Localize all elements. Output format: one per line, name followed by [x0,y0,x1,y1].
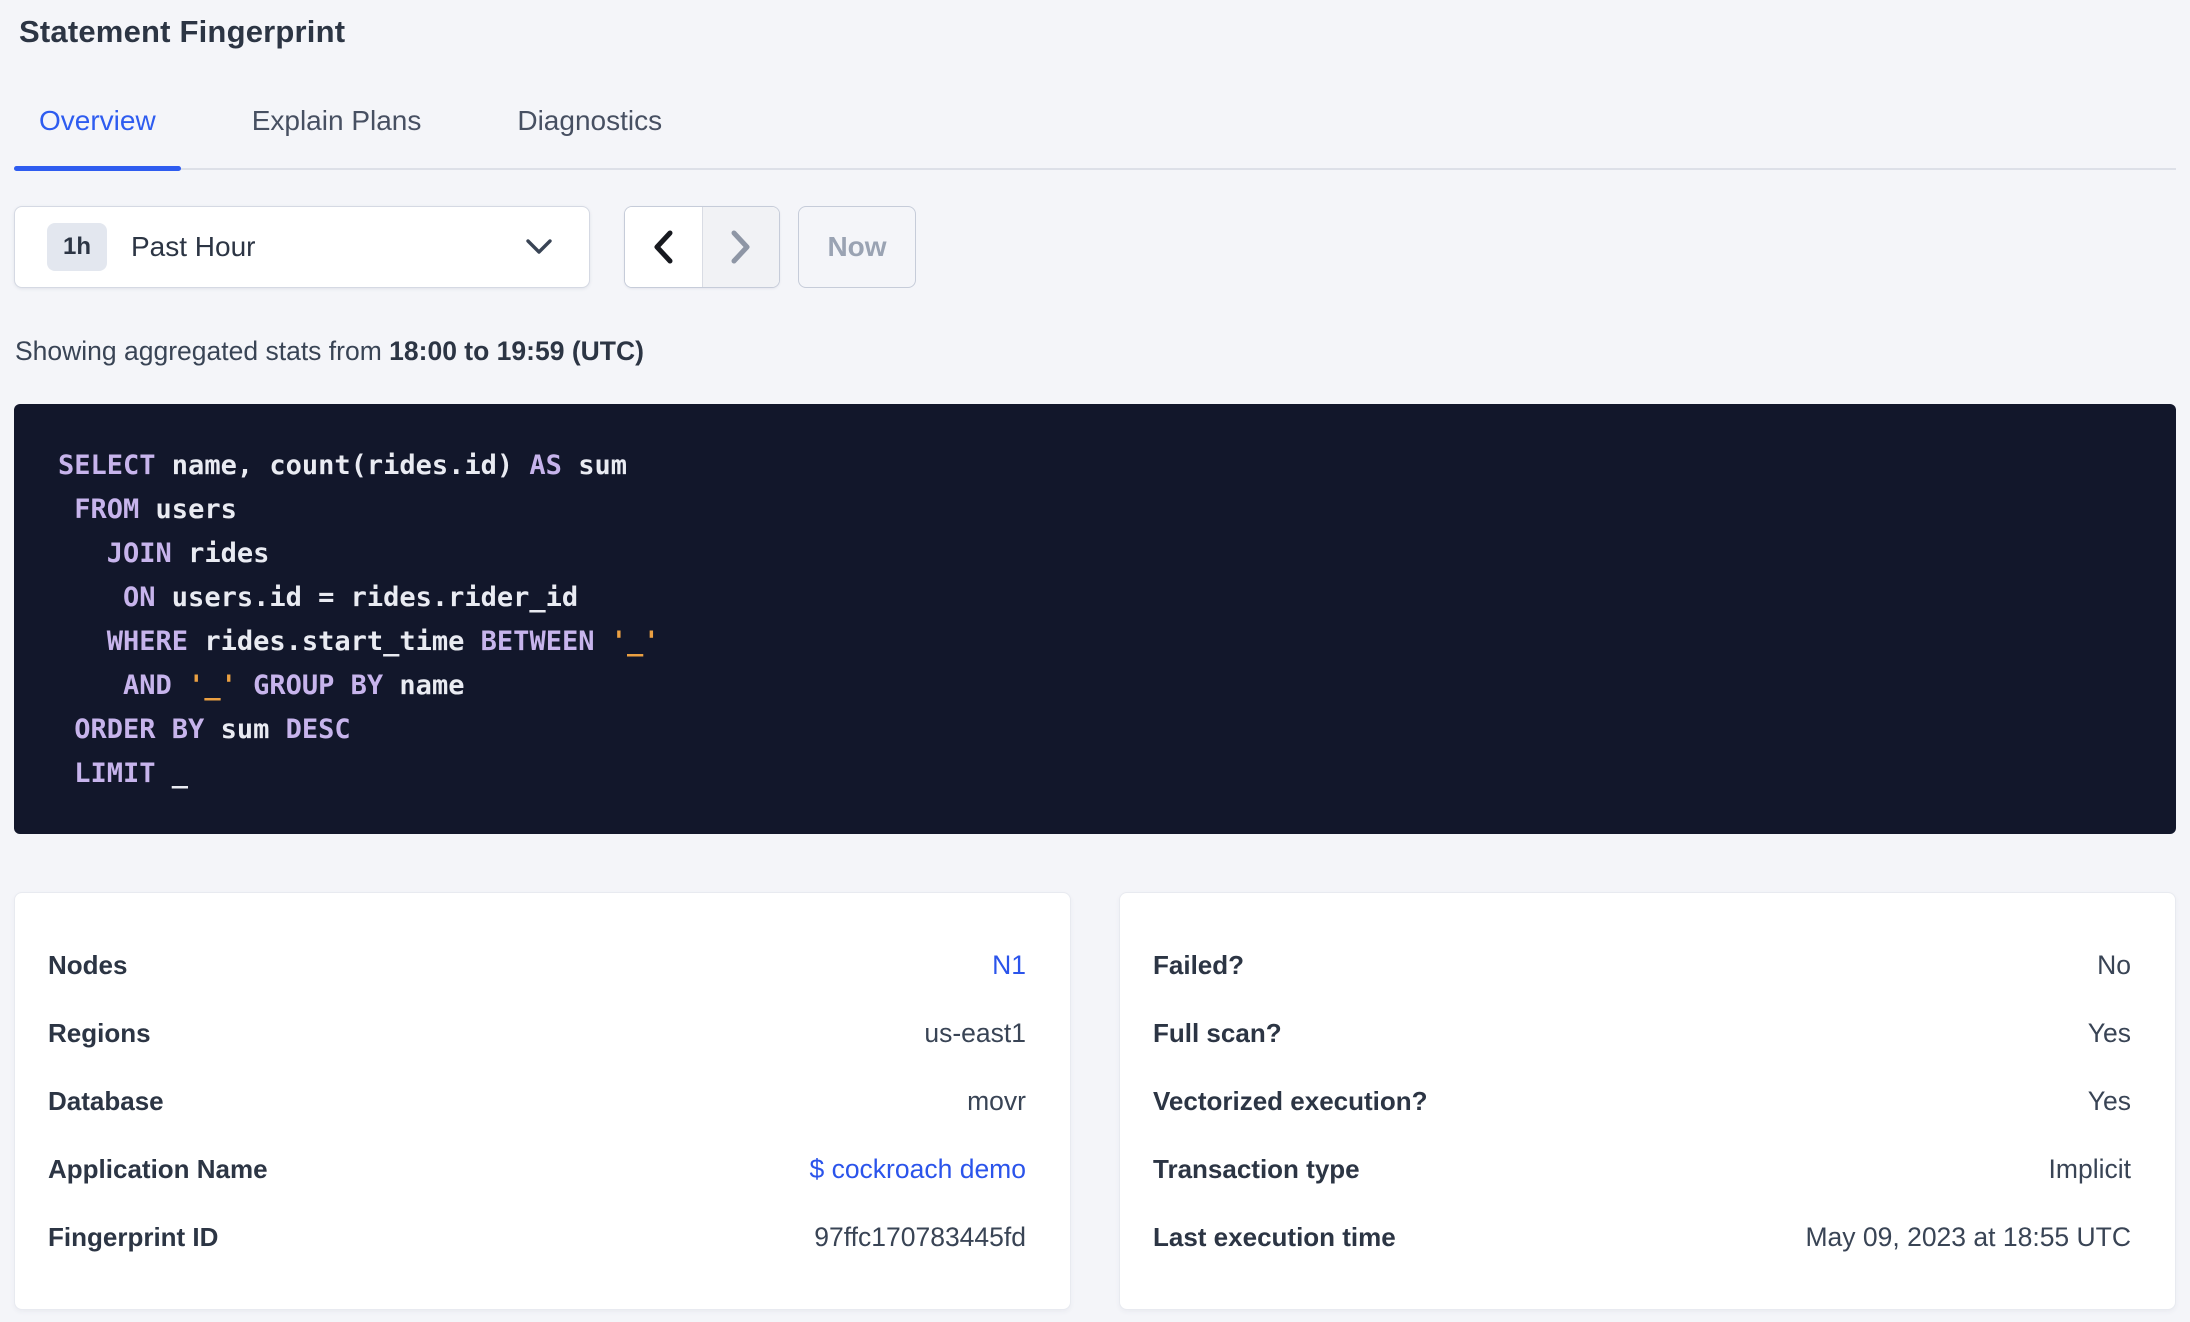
detail-row-regions: Regions us-east1 [48,999,1026,1067]
detail-row-vectorized-execution: Vectorized execution? Yes [1153,1067,2131,1135]
time-step-buttons [624,206,780,288]
detail-label: Nodes [48,949,128,980]
tab-label: Explain Plans [251,105,422,136]
detail-value[interactable]: $ cockroach demo [809,1154,1026,1185]
sql-line: JOIN rides [106,538,270,569]
detail-label: Transaction type [1153,1153,1360,1184]
detail-row-application-name: Application Name $ cockroach demo [48,1135,1026,1203]
detail-value: Implicit [2048,1153,2131,1184]
sql-box: SELECT name, count(rides.id) AS sum FROM… [14,404,2176,834]
tab-diagnostics[interactable]: Diagnostics [492,104,687,168]
stats-caption: Showing aggregated stats from 18:00 to 1… [15,336,2176,367]
detail-label: Last execution time [1153,1221,1396,1252]
tab-label: Overview [39,105,156,136]
time-range-dropdown[interactable]: 1h Past Hour [14,206,590,288]
details-card-right: Failed? No Full scan? Yes Vectorized executi… [1119,892,2176,1310]
tab-label: Diagnostics [517,105,663,136]
details-card-left: Nodes N1 Regions us-east1 Database movr Applic… [14,892,1071,1310]
sql-statement: SELECT name, count(rides.id) AS sum FROM… [58,444,2132,796]
chevron-right-icon [731,230,751,264]
detail-value: May 09, 2023 at 18:55 UTC [1805,1221,2131,1252]
tab-bar: Overview Explain Plans Diagnostics [14,104,2176,171]
sql-line: ORDER BY sum DESC [74,714,351,745]
detail-row-database: Database movr [48,1067,1026,1135]
tab-overview[interactable]: Overview [14,104,181,171]
stats-caption-range: 18:00 to 19:59 (UTC) [389,336,644,366]
detail-row-nodes: Nodes N1 [48,931,1026,999]
detail-label: Fingerprint ID [48,1221,219,1252]
chevron-down-icon [525,238,553,256]
detail-value: No [2097,949,2131,980]
sql-line: ON users.id = rides.rider_id [123,582,579,613]
detail-value: movr [967,1085,1026,1116]
detail-row-fingerprint-id: Fingerprint ID 97ffc170783445fd [48,1203,1026,1271]
detail-row-last-execution-time: Last execution time May 09, 2023 at 18:55… [1153,1203,2131,1271]
time-range-label: Past Hour [131,231,256,262]
sql-line: WHERE rides.start_time BETWEEN '_' [106,626,660,657]
detail-value: us-east1 [924,1017,1026,1048]
detail-label: Regions [48,1017,151,1048]
detail-label: Application Name [48,1153,268,1184]
sql-line: FROM users [74,494,237,525]
now-button[interactable]: Now [798,206,916,288]
time-interval-badge: 1h [47,223,107,271]
detail-label: Database [48,1085,164,1116]
time-next-button[interactable] [701,207,779,287]
detail-row-transaction-type: Transaction type Implicit [1153,1135,2131,1203]
time-prev-button[interactable] [625,207,702,287]
statement-fingerprint-page: Statement Fingerprint Overview Explain Pl… [0,12,2190,1310]
time-controls: 1h Past Hour Now [14,206,2176,288]
detail-value: Yes [2087,1085,2131,1116]
detail-row-failed: Failed? No [1153,931,2131,999]
details-cards: Nodes N1 Regions us-east1 Database movr Applic… [14,892,2176,1310]
detail-label: Full scan? [1153,1017,1282,1048]
sql-line: SELECT name, count(rides.id) AS sum [58,450,627,481]
detail-label: Failed? [1153,949,1245,980]
detail-value[interactable]: N1 [992,950,1026,981]
stats-caption-prefix: Showing aggregated stats from [15,336,382,366]
detail-label: Vectorized execution? [1153,1085,1428,1116]
detail-value: 97ffc170783445fd [814,1221,1026,1252]
detail-row-full-scan: Full scan? Yes [1153,999,2131,1067]
detail-value: Yes [2087,1017,2131,1048]
page-title: Statement Fingerprint [19,14,346,49]
chevron-left-icon [653,230,673,264]
tab-explain-plans[interactable]: Explain Plans [227,104,447,168]
sql-line: AND '_' GROUP BY name [123,670,465,701]
sql-line: LIMIT _ [74,758,189,789]
